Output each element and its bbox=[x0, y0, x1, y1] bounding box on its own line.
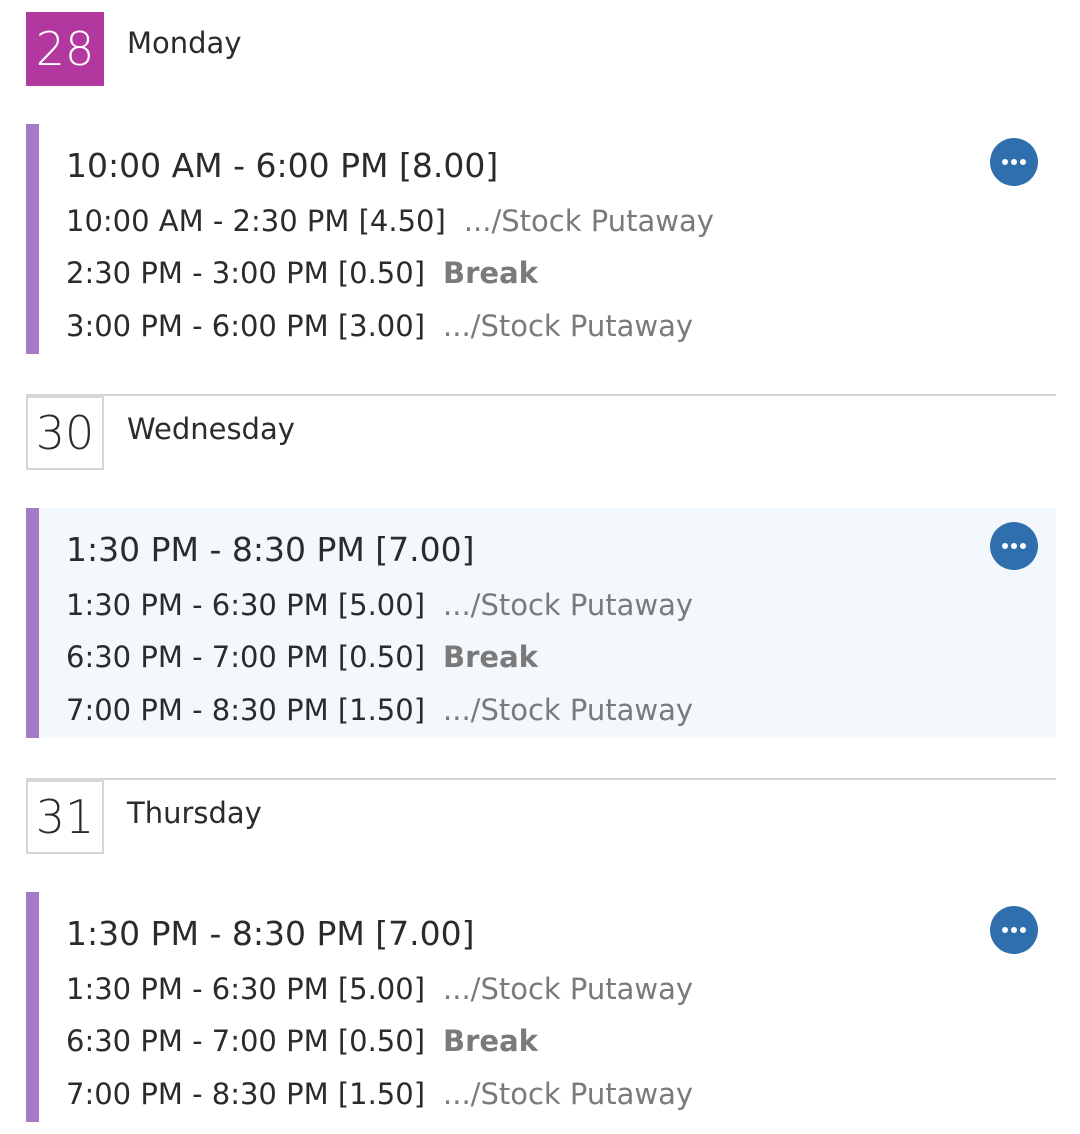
segment-task: Break bbox=[443, 640, 538, 674]
shift-total: 10:00 AM - 6:00 PM [8.00] bbox=[66, 146, 499, 185]
more-options-button[interactable] bbox=[990, 906, 1038, 954]
day-name: Monday bbox=[127, 26, 242, 60]
date-badge[interactable]: 30 bbox=[26, 396, 104, 470]
shift-segment: 6:30 PM - 7:00 PM [0.50] Break bbox=[66, 1024, 538, 1058]
shift-color-bar bbox=[26, 892, 39, 1122]
ellipsis-icon bbox=[1002, 159, 1008, 165]
ellipsis-icon bbox=[1011, 543, 1017, 549]
ellipsis-icon bbox=[1020, 543, 1026, 549]
more-options-button[interactable] bbox=[990, 138, 1038, 186]
ellipsis-icon bbox=[1002, 927, 1008, 933]
shift-segment: 1:30 PM - 6:30 PM [5.00] .../Stock Putawa… bbox=[66, 588, 693, 622]
date-badge[interactable]: 28 bbox=[26, 12, 104, 86]
day-name: Wednesday bbox=[127, 412, 295, 446]
shift-card[interactable]: 1:30 PM - 8:30 PM [7.00] 1:30 PM - 6:30 … bbox=[26, 508, 1056, 738]
segment-time: 1:30 PM - 6:30 PM [5.00] bbox=[66, 588, 426, 622]
shift-total: 1:30 PM - 8:30 PM [7.00] bbox=[66, 914, 475, 953]
segment-task: .../Stock Putaway bbox=[443, 588, 694, 622]
shift-segment: 7:00 PM - 8:30 PM [1.50] .../Stock Putawa… bbox=[66, 1077, 693, 1111]
date-badge[interactable]: 31 bbox=[26, 780, 104, 854]
shift-segment: 6:30 PM - 7:00 PM [0.50] Break bbox=[66, 640, 538, 674]
segment-task: Break bbox=[443, 256, 538, 290]
shift-color-bar bbox=[26, 508, 39, 738]
shift-card[interactable]: 1:30 PM - 8:30 PM [7.00] 1:30 PM - 6:30 … bbox=[26, 892, 1056, 1122]
shift-segment: 10:00 AM - 2:30 PM [4.50] .../Stock Putaw… bbox=[66, 204, 714, 238]
day-name: Thursday bbox=[127, 796, 262, 830]
segment-task: .../Stock Putaway bbox=[463, 204, 714, 238]
ellipsis-icon bbox=[1020, 159, 1026, 165]
shift-total: 1:30 PM - 8:30 PM [7.00] bbox=[66, 530, 475, 569]
segment-time: 2:30 PM - 3:00 PM [0.50] bbox=[66, 256, 426, 290]
segment-task: .../Stock Putaway bbox=[443, 309, 694, 343]
ellipsis-icon bbox=[1020, 927, 1026, 933]
shift-color-bar bbox=[26, 124, 39, 354]
day-header: 30 Wednesday bbox=[26, 394, 1056, 470]
shift-segment: 2:30 PM - 3:00 PM [0.50] Break bbox=[66, 256, 538, 290]
shift-card[interactable]: 10:00 AM - 6:00 PM [8.00] 10:00 AM - 2:3… bbox=[26, 124, 1056, 354]
shift-segment: 1:30 PM - 6:30 PM [5.00] .../Stock Putawa… bbox=[66, 972, 693, 1006]
segment-time: 7:00 PM - 8:30 PM [1.50] bbox=[66, 1077, 426, 1111]
segment-time: 10:00 AM - 2:30 PM [4.50] bbox=[66, 204, 446, 238]
day-header: 31 Thursday bbox=[26, 778, 1056, 854]
segment-task: .../Stock Putaway bbox=[443, 693, 694, 727]
ellipsis-icon bbox=[1011, 159, 1017, 165]
segment-time: 6:30 PM - 7:00 PM [0.50] bbox=[66, 1024, 426, 1058]
segment-task: Break bbox=[443, 1024, 538, 1058]
shift-segment: 7:00 PM - 8:30 PM [1.50] .../Stock Putawa… bbox=[66, 693, 693, 727]
segment-time: 7:00 PM - 8:30 PM [1.50] bbox=[66, 693, 426, 727]
segment-task: .../Stock Putaway bbox=[443, 1077, 694, 1111]
day-header: 28 Monday bbox=[26, 12, 1056, 86]
shift-segment: 3:00 PM - 6:00 PM [3.00] .../Stock Putawa… bbox=[66, 309, 693, 343]
more-options-button[interactable] bbox=[990, 522, 1038, 570]
segment-time: 6:30 PM - 7:00 PM [0.50] bbox=[66, 640, 426, 674]
ellipsis-icon bbox=[1011, 927, 1017, 933]
segment-time: 1:30 PM - 6:30 PM [5.00] bbox=[66, 972, 426, 1006]
ellipsis-icon bbox=[1002, 543, 1008, 549]
segment-task: .../Stock Putaway bbox=[443, 972, 694, 1006]
segment-time: 3:00 PM - 6:00 PM [3.00] bbox=[66, 309, 426, 343]
